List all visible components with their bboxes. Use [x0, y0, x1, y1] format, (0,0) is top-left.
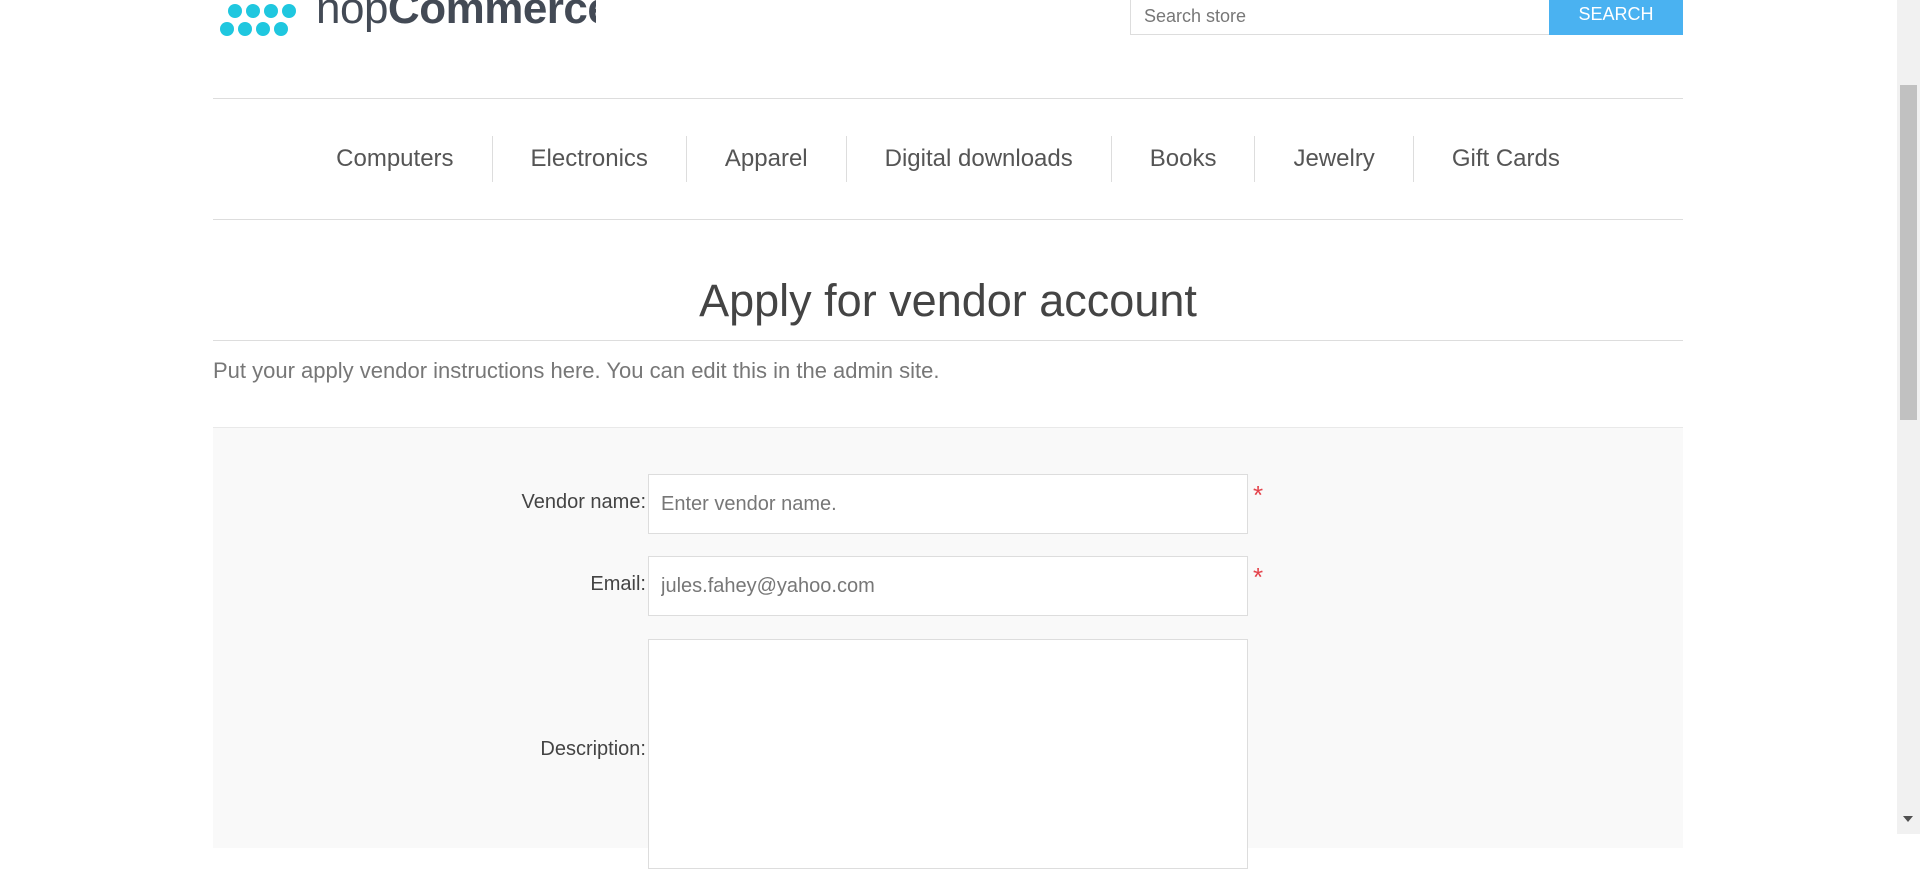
menu-item-gift-cards[interactable]: Gift Cards: [1412, 136, 1598, 182]
menu-item-books[interactable]: Books: [1110, 136, 1255, 182]
search-input[interactable]: [1130, 0, 1550, 35]
menu-item-digital-downloads[interactable]: Digital downloads: [845, 136, 1111, 182]
email-label: Email:: [590, 573, 646, 595]
vendor-instructions: Put your apply vendor instructions here.…: [213, 358, 940, 383]
logo-text-light: nop: [316, 0, 388, 33]
vendor-name-label: Vendor name:: [521, 491, 646, 513]
menu-item-electronics[interactable]: Electronics: [491, 136, 686, 182]
store-logo[interactable]: nopCommerce: [216, 0, 596, 40]
menu-item-jewelry[interactable]: Jewelry: [1254, 136, 1412, 182]
logo-dots-icon: [220, 4, 296, 36]
logo-text: nopCommerce: [316, 0, 596, 34]
page-title: Apply for vendor account: [213, 270, 1683, 341]
email-field[interactable]: [648, 556, 1248, 616]
scrollbar-thumb[interactable]: [1900, 85, 1917, 420]
search-button[interactable]: Search: [1549, 0, 1683, 35]
top-menu: Computers Electronics Apparel Digital do…: [213, 98, 1683, 220]
vendor-name-required-mark: *: [1253, 480, 1264, 510]
page-container: nopCommerce Search Computers Electronics…: [213, 0, 1683, 869]
description-label: Description:: [540, 738, 646, 760]
search-box: Search: [1130, 0, 1683, 36]
description-textarea[interactable]: [648, 639, 1248, 869]
logo-text-bold: Commerce: [387, 0, 596, 33]
vendor-name-input[interactable]: [648, 474, 1248, 534]
scroll-down-arrow-icon[interactable]: [1903, 816, 1913, 822]
email-required-mark: *: [1253, 562, 1264, 592]
menu-item-apparel[interactable]: Apparel: [685, 136, 846, 182]
vendor-form: Vendor name: * Email: * Description:: [213, 427, 1683, 869]
menu-item-computers[interactable]: Computers: [298, 136, 491, 182]
page-scrollbar[interactable]: [1897, 0, 1920, 834]
